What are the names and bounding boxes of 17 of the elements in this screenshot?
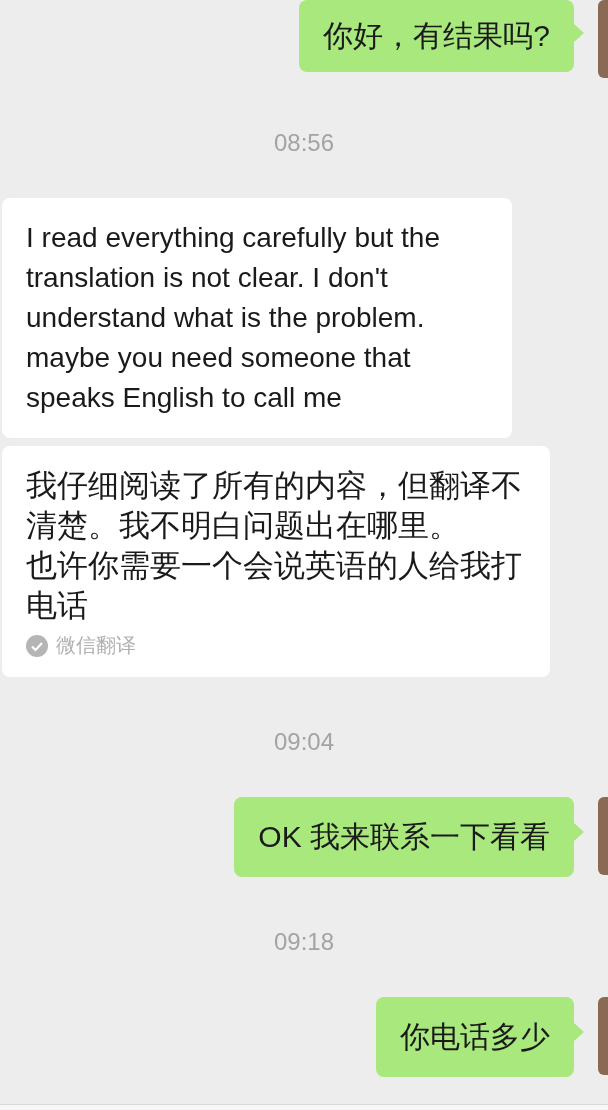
timestamp: 08:56	[273, 128, 335, 158]
avatar-placeholder[interactable]	[598, 997, 608, 1075]
received-message-bubble: I read everything carefully but the translation is not clear. I don't understand what is the problem. maybe you need someone that speaks English to call me	[2, 198, 512, 438]
timestamp: 09:04	[273, 727, 335, 757]
translation-source-label: 微信翻译	[56, 633, 136, 658]
avatar-placeholder[interactable]	[598, 797, 608, 875]
bubble-tail	[574, 823, 584, 841]
check-circle-icon	[26, 634, 48, 657]
sent-message-bubble: 你电话多少	[376, 997, 574, 1077]
translated-text: 我仔细阅读了所有的内容，但翻译不清楚。我不明白问题出在哪里。	[26, 467, 523, 545]
timestamp: 09:18	[273, 927, 335, 957]
sent-message-bubble: OK 我来联系一下看看	[234, 797, 574, 877]
sent-message-bubble: 你好，有结果吗?	[299, 0, 574, 72]
translated-text: 也许你需要一个会说英语的人给我打电话	[26, 547, 523, 625]
avatar-placeholder[interactable]	[598, 0, 608, 78]
bubble-tail	[574, 1023, 584, 1041]
bubble-tail	[574, 24, 584, 42]
